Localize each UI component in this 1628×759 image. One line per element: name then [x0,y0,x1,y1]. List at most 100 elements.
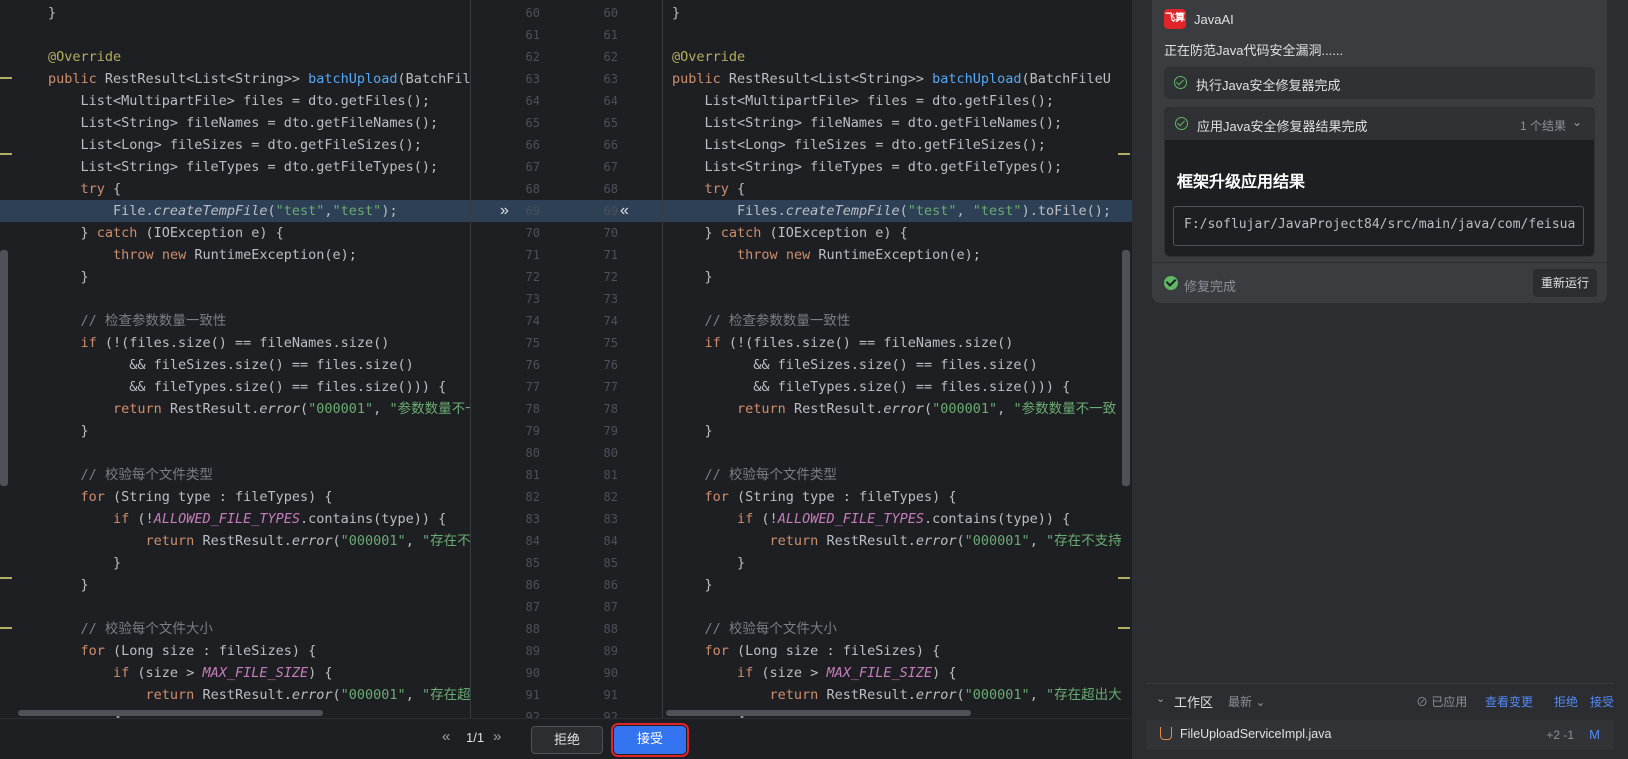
check-circle-icon [1174,76,1187,89]
left-code-line: } [48,269,89,285]
line-number-right: 62 [603,50,618,64]
left-scrollbar-vertical[interactable] [0,250,8,486]
gutter-row [470,662,662,684]
right-scrollbar-horizontal[interactable] [666,710,971,716]
line-number-left: 85 [525,556,540,570]
chevron-down-icon[interactable]: ⌄ [1156,692,1165,705]
line-number-left: 79 [525,424,540,438]
gutter-row [470,442,662,464]
line-number-left: 92 [525,710,540,718]
left-code-line: if (!ALLOWED_FILE_TYPES.contains(type)) … [113,511,447,527]
line-number-left: 84 [525,534,540,548]
apply-right-icon[interactable]: « [620,200,629,222]
left-code-line: for (Long size : fileSizes) { [80,643,317,659]
line-number-left: 89 [525,644,540,658]
view-changes-link[interactable]: 查看变更 [1485,693,1533,710]
left-code-line: && fileTypes.size() == files.size())) { [48,379,447,395]
prev-diff-icon[interactable]: « [442,728,450,745]
gutter-row [470,68,662,90]
line-number-right: 74 [603,314,618,328]
left-code-line: && fileSizes.size() == files.size() [48,357,414,373]
left-code-line: } [48,423,89,439]
line-number-right: 61 [603,28,618,42]
step-label: 应用Java安全修复器结果完成 [1197,119,1368,134]
line-number-right: 72 [603,270,618,284]
right-code-line [662,596,1132,618]
change-marker [1118,627,1130,629]
gutter-row [470,618,662,640]
right-code-line [662,442,1132,464]
line-number-left: 83 [525,512,540,526]
line-number-left: 81 [525,468,540,482]
line-number-right: 68 [603,182,618,196]
left-divider [470,0,471,718]
accept-button[interactable]: 接受 [611,723,689,757]
gutter-row [470,508,662,530]
left-editor-pane[interactable]: } @Override public RestResult<List<String>… [0,0,470,718]
line-number-left: 87 [525,600,540,614]
left-code-line [0,442,470,464]
right-code-line: for (Long size : fileSizes) { [704,643,941,659]
left-scrollbar-horizontal[interactable] [18,710,323,716]
right-code-line: } [672,269,713,285]
line-number-right: 75 [603,336,618,350]
right-code-line: && fileSizes.size() == files.size() [672,357,1038,373]
apply-left-icon[interactable]: » [500,200,509,222]
gutter-row [470,266,662,288]
step-apply-header[interactable]: 应用Java安全修复器结果完成 1 个结果 ⌄ [1165,108,1594,140]
line-number-left: 73 [525,292,540,306]
left-code-line: throw new RuntimeException(e); [113,247,357,263]
left-code-line: } [48,5,57,21]
gutter-row [470,332,662,354]
right-scrollbar-vertical[interactable] [1122,250,1130,486]
reject-button[interactable]: 拒绝 [531,726,603,754]
line-number-right: 64 [603,94,618,108]
right-code-line: } [672,423,713,439]
gutter-row [470,112,662,134]
step-label: 执行Java安全修复器完成 [1196,78,1341,93]
result-path-field[interactable]: F:/soflujar/JavaProject84/src/main/java/… [1173,206,1584,246]
step-execute: 执行Java安全修复器完成 [1164,67,1595,99]
left-code-line [0,24,470,46]
sort-dropdown[interactable]: 最新 ⌄ [1228,693,1265,710]
gutter-row [470,464,662,486]
workspace-file-item[interactable]: FileUploadServiceImpl.java +2 -1 M [1146,720,1614,750]
line-number-left: 77 [525,380,540,394]
rerun-button[interactable]: 重新运行 [1533,269,1597,297]
chevron-down-icon[interactable]: ⌄ [1572,115,1582,129]
result-title: 框架升级应用结果 [1177,174,1306,191]
gutter-row [470,552,662,574]
applied-label: 已应用 [1431,695,1468,709]
change-marker [1118,153,1130,155]
right-code-line: List<String> fileNames = dto.getFileName… [672,115,1063,131]
change-marker [0,577,12,579]
line-number-right: 80 [603,446,618,460]
done-label: 修复完成 [1184,279,1237,294]
right-code-line: } [672,577,713,593]
gutter-row [470,90,662,112]
right-code-line: if (!ALLOWED_FILE_TYPES.contains(type)) … [737,511,1071,527]
left-code-line: } catch (IOException e) { [48,225,284,241]
line-number-left: 88 [525,622,540,636]
gutter-row [470,244,662,266]
change-marker [0,153,12,155]
next-diff-icon[interactable]: » [493,728,501,745]
line-number-right: 87 [603,600,618,614]
left-code-line: public RestResult<List<String>> batchUpl… [48,71,470,87]
result-count: 1 个结果 [1519,119,1566,133]
left-code-line [0,288,470,310]
line-number-left: 61 [525,28,540,42]
workspace-reject-link[interactable]: 拒绝 [1554,693,1578,710]
right-code-line: // 校验每个文件类型 [704,467,837,483]
left-code-line [0,596,470,618]
right-editor-pane[interactable]: } @Override public RestResult<List<String>… [662,0,1132,718]
right-code-line: @Override [672,49,746,65]
ai-name: JavaAI [1194,12,1234,27]
workspace-accept-link[interactable]: 接受 [1590,693,1614,710]
line-number-right: 79 [603,424,618,438]
left-code-line: } [48,577,89,593]
gutter-row [470,420,662,442]
file-name: FileUploadServiceImpl.java [1180,727,1332,741]
ai-status-text: 正在防范Java代码安全漏洞...... [1164,43,1344,58]
change-marker [1118,577,1130,579]
